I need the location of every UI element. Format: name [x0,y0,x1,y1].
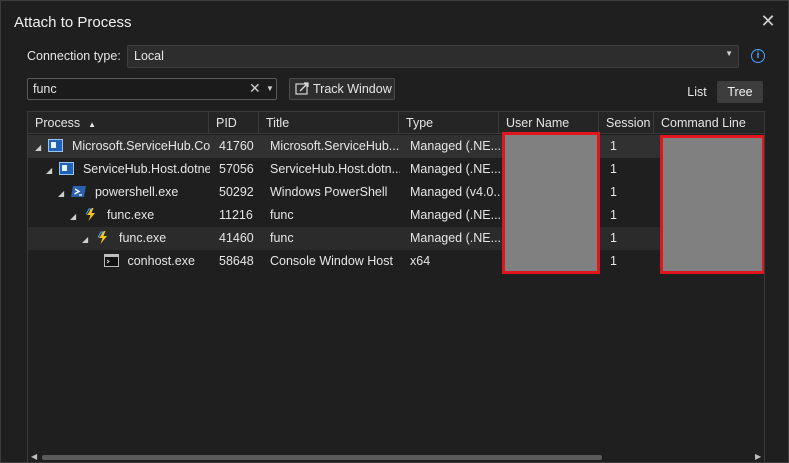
column-header-command-line[interactable]: Command Line [654,112,764,134]
attach-to-process-dialog: Attach to Process ✕ Connection type: Loc… [0,0,789,463]
title-cell: func [270,208,294,222]
process-name: ServiceHub.Host.dotnet... [82,162,210,176]
pid-cell: 41760 [219,139,254,153]
collapse-icon[interactable]: ◢ [35,136,45,158]
process-name: Microsoft.ServiceHub.Co... [71,139,210,153]
type-cell: x64 [410,254,431,268]
session-cell: 1 [610,185,617,199]
column-header-process[interactable]: Process ▲ [28,112,209,134]
column-header-title[interactable]: Title [259,112,399,134]
lightning-icon [98,231,108,244]
table-row[interactable]: ◢ powershell.exe 50292 Windows PowerShel… [28,181,764,204]
filter-value: func [33,82,57,96]
horizontal-scrollbar[interactable]: ◀ ▶ [28,450,764,462]
title-cell: Console Window Host [270,254,393,268]
console-icon [104,254,119,267]
type-cell: Managed (v4.0... [410,185,500,199]
session-cell: 1 [610,139,617,153]
column-header-session[interactable]: Session [599,112,654,134]
pid-cell: 58648 [219,254,254,268]
info-icon[interactable]: i [751,49,765,63]
type-cell: Managed (.NE... [410,231,500,245]
pid-cell: 57056 [219,162,254,176]
title-cell: ServiceHub.Host.dotn... [270,162,400,176]
process-filter-input[interactable]: func ✕ ▼ [27,78,277,100]
table-row[interactable]: ◢ ServiceHub.Host.dotnet... 57056 Servic… [28,158,764,181]
dialog-title: Attach to Process [14,14,132,31]
scroll-left-icon[interactable]: ◀ [31,452,37,461]
connection-type-value: Local [134,49,164,63]
close-icon[interactable]: ✕ [758,11,778,31]
track-window-label: Track Window [313,82,392,96]
track-window-button[interactable]: Track Window [289,78,395,100]
pid-cell: 41460 [219,231,254,245]
process-grid: Process ▲ PID Title Type User Name Sessio… [27,111,765,463]
column-header-type[interactable]: Type [399,112,499,134]
session-cell: 1 [610,231,617,245]
type-cell: Managed (.NE... [410,162,500,176]
track-window-icon [295,82,309,95]
title-cell: func [270,231,294,245]
session-cell: 1 [610,254,617,268]
session-cell: 1 [610,162,617,176]
column-header-user-name[interactable]: User Name [499,112,599,134]
collapse-icon[interactable]: ◢ [46,159,56,181]
sort-ascending-icon: ▲ [88,120,97,129]
type-cell: Managed (.NE... [410,208,500,222]
process-name: conhost.exe [127,254,195,268]
process-name: powershell.exe [94,185,179,199]
connection-type-label: Connection type: [27,49,121,63]
user-name-redaction [502,132,600,274]
list-view-toggle[interactable]: List [679,81,715,103]
powershell-icon [71,186,87,197]
collapse-icon[interactable]: ◢ [58,182,68,204]
clear-filter-icon[interactable]: ✕ [249,80,261,97]
title-cell: Windows PowerShell [270,185,388,199]
table-row[interactable]: ◢ Microsoft.ServiceHub.Co... 41760 Micro… [28,135,764,158]
connection-type-select[interactable]: Local ▼ [127,45,739,68]
process-name: func.exe [118,231,167,245]
process-name: func.exe [106,208,155,222]
pid-cell: 11216 [219,208,253,222]
session-cell: 1 [610,208,617,222]
table-row[interactable]: ◢ func.exe 41460 func Managed (.NE... 1 [28,227,764,250]
collapse-icon[interactable]: ◢ [70,205,80,227]
pid-cell: 50292 [219,185,254,199]
service-icon [59,162,75,175]
command-line-redaction [660,135,764,274]
filter-history-chevron-icon[interactable]: ▼ [266,84,274,93]
scrollbar-thumb[interactable] [42,455,602,460]
chevron-down-icon: ▼ [725,49,733,58]
scroll-right-icon[interactable]: ▶ [755,452,761,461]
table-row[interactable]: conhost.exe 58648 Console Window Host x6… [28,250,764,273]
lightning-icon [86,208,96,221]
column-header-pid[interactable]: PID [209,112,259,134]
collapse-icon[interactable]: ◢ [82,228,92,250]
title-cell: Microsoft.ServiceHub.... [270,139,400,153]
grid-header: Process ▲ PID Title Type User Name Sessio… [28,112,764,134]
tree-view-toggle[interactable]: Tree [717,81,763,103]
type-cell: Managed (.NE... [410,139,500,153]
table-row[interactable]: ◢ func.exe 11216 func Managed (.NE... 1 [28,204,764,227]
service-icon [48,139,64,152]
